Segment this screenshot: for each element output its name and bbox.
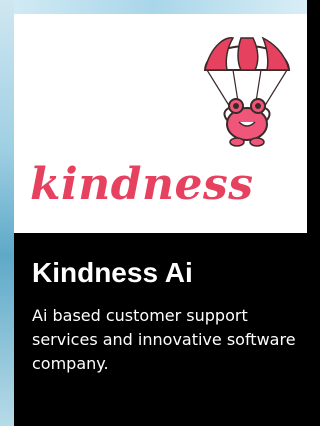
company-description: Ai based customer support services and i…	[32, 306, 296, 373]
company-logo-image: kindness	[14, 14, 307, 233]
parachute-frog-icon	[203, 36, 291, 147]
company-title[interactable]: Kindness Ai	[32, 256, 193, 290]
page-backdrop-left	[0, 0, 14, 426]
page: kindness Kindness Ai Ai based customer s…	[0, 0, 307, 426]
page-backdrop-top	[0, 0, 307, 14]
company-card[interactable]: kindness Kindness Ai Ai based customer s…	[14, 14, 307, 426]
kindness-logo-wordmark: kindness	[30, 159, 254, 210]
